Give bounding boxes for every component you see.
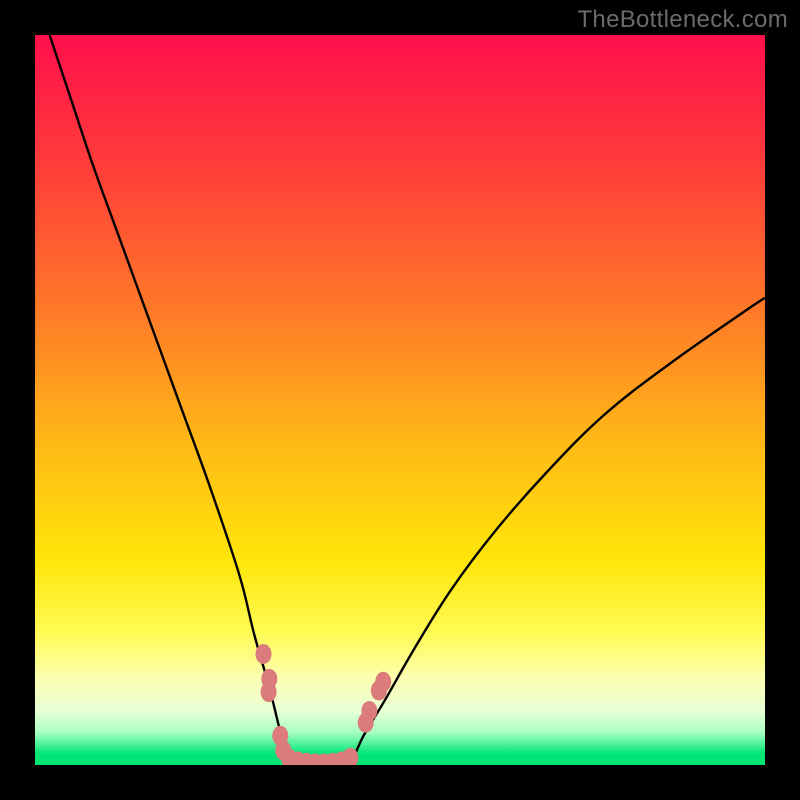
figure-frame: TheBottleneck.com [0, 0, 800, 800]
green-baseline-band [35, 754, 765, 765]
marker-dot [261, 682, 277, 702]
bottleneck-chart [35, 35, 765, 765]
gradient-background [35, 35, 765, 765]
watermark-text: TheBottleneck.com [577, 6, 788, 34]
plot-area [35, 35, 765, 765]
marker-dot [361, 701, 377, 721]
marker-dot [375, 672, 391, 692]
marker-dot [255, 644, 271, 664]
